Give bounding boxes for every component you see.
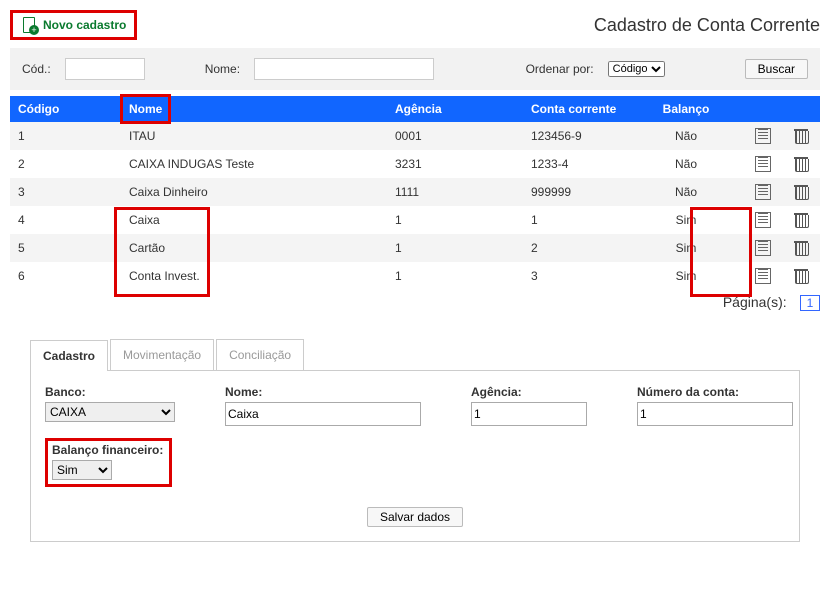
cell-conta: 999999 <box>523 178 628 206</box>
pagination: Página(s): 1 <box>10 294 820 311</box>
detail-button[interactable] <box>755 128 771 144</box>
tab-cadastro[interactable]: Cadastro <box>30 340 108 371</box>
cod-label: Cód.: <box>22 62 51 76</box>
cell-codigo: 3 <box>10 178 121 206</box>
numero-label: Número da conta: <box>637 385 793 399</box>
cell-nome: Cartão <box>121 234 387 262</box>
page-number[interactable]: 1 <box>800 295 820 311</box>
cell-nome: Caixa Dinheiro <box>121 178 387 206</box>
pagination-label: Página(s): <box>723 294 787 310</box>
table-row: 3Caixa Dinheiro1111999999Não <box>10 178 820 206</box>
trash-icon <box>795 269 807 283</box>
agencia-label: Agência: <box>471 385 587 399</box>
trash-icon <box>795 185 807 199</box>
col-nome: Nome <box>121 96 387 122</box>
table-row: 6Conta Invest.13Sim <box>10 262 820 290</box>
detail-button[interactable] <box>755 240 771 256</box>
delete-button[interactable] <box>795 213 807 228</box>
trash-icon <box>795 213 807 227</box>
cell-balanco: Sim <box>628 262 744 290</box>
cell-balanco: Sim <box>628 234 744 262</box>
cell-agencia: 1 <box>387 234 523 262</box>
delete-button[interactable] <box>795 129 807 144</box>
new-record-icon <box>21 17 37 33</box>
cell-conta: 123456-9 <box>523 122 628 150</box>
col-agencia: Agência <box>387 96 523 122</box>
col-codigo: Código <box>10 96 121 122</box>
banco-label: Banco: <box>45 385 175 399</box>
detail-icon <box>755 156 771 172</box>
detail-icon <box>755 240 771 256</box>
detail-button[interactable] <box>755 268 771 284</box>
detail-icon <box>755 212 771 228</box>
numero-input[interactable] <box>637 402 793 426</box>
cell-conta: 1 <box>523 206 628 234</box>
cell-conta: 2 <box>523 234 628 262</box>
ordenar-select[interactable]: Código <box>608 61 665 77</box>
cell-nome: ITAU <box>121 122 387 150</box>
tab-conciliacao[interactable]: Conciliação <box>216 339 304 370</box>
nome-label: Nome: <box>205 62 240 76</box>
trash-icon <box>795 157 807 171</box>
cell-agencia: 3231 <box>387 150 523 178</box>
accounts-table: Código Nome Agência Conta corrente Balan… <box>10 96 820 290</box>
table-row: 5Cartão12Sim <box>10 234 820 262</box>
novo-cadastro-button[interactable]: Novo cadastro <box>10 10 137 40</box>
table-row: 1ITAU0001123456-9Não <box>10 122 820 150</box>
cell-conta: 1233-4 <box>523 150 628 178</box>
cell-codigo: 1 <box>10 122 121 150</box>
table-row: 4Caixa11Sim <box>10 206 820 234</box>
col-balanco: Balanço <box>628 96 744 122</box>
trash-icon <box>795 129 807 143</box>
balanco-select[interactable]: Sim <box>52 460 112 480</box>
ordenar-label: Ordenar por: <box>526 62 594 76</box>
cell-balanco: Não <box>628 150 744 178</box>
banco-select[interactable]: CAIXA <box>45 402 175 422</box>
form-nome-input[interactable] <box>225 402 421 426</box>
page-title: Cadastro de Conta Corrente <box>594 15 820 36</box>
balanco-label: Balanço financeiro: <box>52 443 163 457</box>
buscar-button[interactable]: Buscar <box>745 59 808 79</box>
col-conta: Conta corrente <box>523 96 628 122</box>
cell-agencia: 1111 <box>387 178 523 206</box>
table-row: 2CAIXA INDUGAS Teste32311233-4Não <box>10 150 820 178</box>
delete-button[interactable] <box>795 241 807 256</box>
cell-codigo: 6 <box>10 262 121 290</box>
cell-balanco: Sim <box>628 206 744 234</box>
cell-nome: Conta Invest. <box>121 262 387 290</box>
detail-icon <box>755 128 771 144</box>
delete-button[interactable] <box>795 157 807 172</box>
detail-button[interactable] <box>755 156 771 172</box>
delete-button[interactable] <box>795 269 807 284</box>
cell-agencia: 0001 <box>387 122 523 150</box>
tab-movimentacao[interactable]: Movimentação <box>110 339 214 370</box>
salvar-button[interactable]: Salvar dados <box>367 507 463 527</box>
cell-balanco: Não <box>628 178 744 206</box>
cell-nome: CAIXA INDUGAS Teste <box>121 150 387 178</box>
novo-cadastro-label: Novo cadastro <box>43 18 126 32</box>
cell-agencia: 1 <box>387 262 523 290</box>
cell-balanco: Não <box>628 122 744 150</box>
filter-bar: Cód.: Nome: Ordenar por: Código Buscar <box>10 48 820 90</box>
detail-icon <box>755 184 771 200</box>
nome-input[interactable] <box>254 58 434 80</box>
cell-nome: Caixa <box>121 206 387 234</box>
cod-input[interactable] <box>65 58 145 80</box>
form-nome-label: Nome: <box>225 385 421 399</box>
agencia-input[interactable] <box>471 402 587 426</box>
tab-content-cadastro: Banco: CAIXA Nome: Agência: Número da co… <box>30 370 800 542</box>
cell-codigo: 2 <box>10 150 121 178</box>
cell-codigo: 5 <box>10 234 121 262</box>
trash-icon <box>795 241 807 255</box>
detail-button[interactable] <box>755 184 771 200</box>
delete-button[interactable] <box>795 185 807 200</box>
detail-icon <box>755 268 771 284</box>
cell-codigo: 4 <box>10 206 121 234</box>
cell-conta: 3 <box>523 262 628 290</box>
detail-button[interactable] <box>755 212 771 228</box>
cell-agencia: 1 <box>387 206 523 234</box>
tabs: Cadastro Movimentação Conciliação <box>30 339 800 370</box>
